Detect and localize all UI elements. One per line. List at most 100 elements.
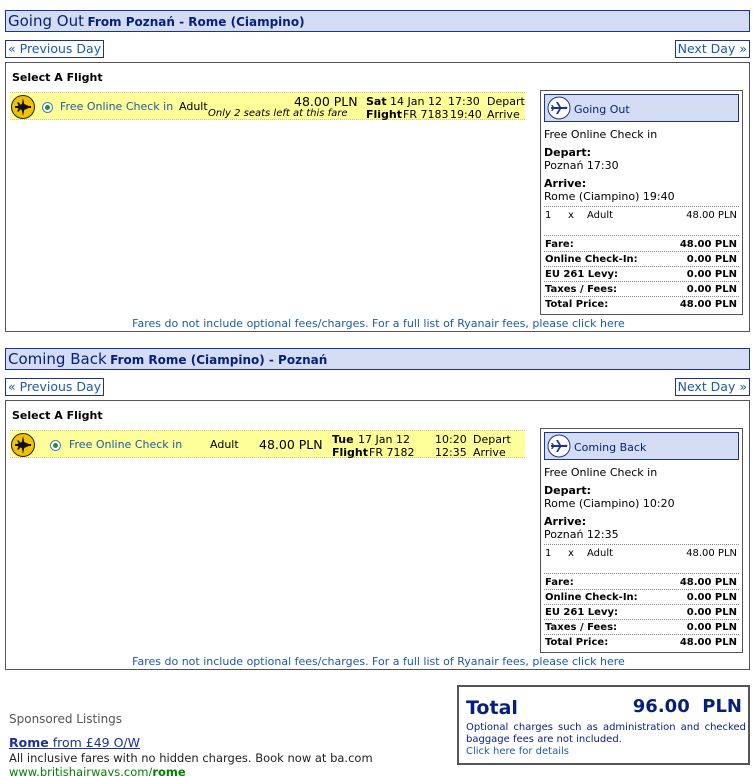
- return-section: Coming Back From Rome (Ciampino) - Pozna…: [5, 348, 750, 672]
- plane-icon: [11, 433, 35, 457]
- return-summary-pax-row: 1 x Adult 48.00 PLN: [544, 544, 739, 574]
- outbound-summary-levy-row: EU 261 Levy: 0.00 PLN: [544, 268, 739, 282]
- outbound-summary-pax-row: 1 x Adult 48.00 PLN: [544, 206, 739, 236]
- outbound-flight-date: 14 Jan 12: [390, 95, 442, 108]
- sponsored-ad-title-bold: Rome: [9, 735, 49, 750]
- return-arrive-time: 12:35: [435, 446, 467, 459]
- outbound-fare-label: Fare:: [545, 239, 574, 250]
- outbound-seats-note: Only 2 seats left at this fare: [208, 108, 348, 119]
- return-arrive-label: Arrive: [473, 446, 506, 459]
- outbound-flight-day: Sat: [366, 95, 387, 108]
- outbound-previous-day-button[interactable]: « Previous Day: [5, 40, 105, 58]
- outbound-flight-price: 48.00 PLN: [294, 94, 358, 109]
- return-summary-taxes-row: Taxes / Fees: 0.00 PLN: [544, 621, 739, 635]
- sponsored-ad-url-link[interactable]: www.britishairways.com/rome: [9, 765, 186, 776]
- outbound-arrive-time: 19:40: [450, 108, 482, 121]
- sponsored-ad-url-pre: www.britishairways.com/: [9, 765, 153, 776]
- return-summary-total-row: Total Price: 48.00 PLN: [544, 636, 739, 650]
- return-checkin-fee-value: 0.00 PLN: [686, 592, 737, 603]
- return-next-day-button[interactable]: Next Day »: [674, 378, 750, 396]
- return-levy-value: 0.00 PLN: [686, 607, 737, 618]
- return-flight-date: 17 Jan 12: [358, 433, 410, 446]
- return-total-value: 48.00 PLN: [679, 637, 737, 648]
- outbound-flight-row[interactable]: Free Online Check in Adult 48.00 PLN Onl…: [10, 92, 525, 121]
- outbound-depart-time: 17:30: [448, 95, 480, 108]
- return-route: From Rome (Ciampino) - Poznań: [110, 353, 328, 367]
- outbound-taxes-label: Taxes / Fees:: [545, 284, 618, 295]
- outbound-checkin-fee-value: 0.00 PLN: [686, 254, 737, 265]
- return-summary-levy-row: EU 261 Levy: 0.00 PLN: [544, 606, 739, 620]
- outbound-summary-fare-row: Fare: 48.00 PLN: [544, 238, 739, 252]
- return-pax-count: 1: [545, 548, 552, 559]
- outbound-summary-depart-label: Depart:: [544, 146, 591, 159]
- return-flight-row[interactable]: Free Online Check in Adult 48.00 PLN Tue…: [10, 430, 525, 459]
- outbound-levy-value: 0.00 PLN: [686, 269, 737, 280]
- return-flight-label: Flight: [332, 446, 369, 459]
- outbound-flight-pax-type: Adult: [179, 100, 208, 113]
- outbound-flight-panel: Select A Flight Free Online Check in Adu…: [5, 62, 750, 332]
- total-details-link[interactable]: Click here for details: [466, 746, 569, 757]
- outbound-levy-label: EU 261 Levy:: [545, 269, 618, 280]
- outbound-pax-price: 48.00 PLN: [686, 210, 737, 221]
- outbound-summary-depart-value: Poznań 17:30: [544, 159, 619, 172]
- sponsored-ad-description: All inclusive fares with no hidden charg…: [9, 751, 373, 765]
- outbound-flight-number: FR 7183: [403, 108, 449, 121]
- outbound-total-label: Total Price:: [545, 299, 609, 310]
- outbound-flight-label: Flight: [366, 108, 403, 121]
- outbound-route: From Poznań - Rome (Ciampino): [87, 15, 305, 29]
- outbound-summary-title: Going Out: [544, 94, 739, 122]
- outbound-fare-value: 48.00 PLN: [679, 239, 737, 250]
- return-summary-title-text: Coming Back: [574, 441, 647, 454]
- return-fare-note-link[interactable]: Fares do not include optional fees/charg…: [6, 655, 751, 668]
- total-value: 96.00 PLN: [633, 696, 742, 717]
- return-summary-depart-label: Depart:: [544, 484, 591, 497]
- outbound-heading: Going Out: [8, 12, 84, 30]
- outbound-flight-radio[interactable]: [42, 102, 53, 113]
- plane-icon: [547, 96, 571, 120]
- outbound-fare-note-link[interactable]: Fares do not include optional fees/charg…: [6, 317, 751, 330]
- return-pax-price: 48.00 PLN: [686, 548, 737, 559]
- outbound-taxes-value: 0.00 PLN: [686, 284, 737, 295]
- return-summary-arrive-label: Arrive:: [544, 515, 587, 528]
- return-taxes-label: Taxes / Fees:: [545, 622, 618, 633]
- outbound-summary-taxes-row: Taxes / Fees: 0.00 PLN: [544, 283, 739, 297]
- sponsored-ad-title-rest: from £49 O/W: [52, 735, 141, 750]
- return-summary-checkin-row: Online Check-In: 0.00 PLN: [544, 591, 739, 605]
- return-pax-type: Adult: [587, 548, 614, 559]
- return-previous-day-button[interactable]: « Previous Day: [5, 378, 105, 396]
- return-flight-pax-type: Adult: [210, 438, 239, 451]
- outbound-checkin-fee-label: Online Check-In:: [545, 254, 638, 265]
- return-checkin-fee-label: Online Check-In:: [545, 592, 638, 603]
- outbound-next-day-button[interactable]: Next Day »: [674, 40, 750, 58]
- return-summary-box: Coming Back Free Online Check in Depart:…: [540, 428, 743, 653]
- total-note: Optional charges such as administration …: [466, 722, 746, 745]
- total-box: Total 96.00 PLN Optional charges such as…: [457, 685, 750, 765]
- return-fare-label: Fare:: [545, 577, 574, 588]
- return-flight-radio[interactable]: [50, 440, 61, 451]
- sponsored-heading: Sponsored Listings: [9, 712, 123, 726]
- return-total-label: Total Price:: [545, 637, 609, 648]
- return-flight-day: Tue: [332, 433, 354, 446]
- return-heading: Coming Back: [8, 350, 107, 368]
- outbound-summary-arrive-value: Rome (Ciampino) 19:40: [544, 190, 675, 203]
- plane-icon: [547, 434, 571, 458]
- total-label: Total: [466, 697, 518, 719]
- return-flight-checkin: Free Online Check in: [69, 438, 183, 451]
- outbound-pax-x: x: [568, 210, 574, 221]
- outbound-pax-type: Adult: [587, 210, 614, 221]
- outbound-pax-count: 1: [545, 210, 552, 221]
- return-header: Coming Back From Rome (Ciampino) - Pozna…: [5, 348, 750, 370]
- outbound-summary-total-row: Total Price: 48.00 PLN: [544, 298, 739, 312]
- return-flight-price: 48.00 PLN: [259, 437, 323, 452]
- sponsored-ad-title-link[interactable]: Rome from £49 O/W: [9, 735, 140, 750]
- return-fare-value: 48.00 PLN: [679, 577, 737, 588]
- return-summary-depart-value: Rome (Ciampino) 10:20: [544, 497, 675, 510]
- outbound-summary-box: Going Out Free Online Check in Depart: P…: [540, 90, 743, 315]
- return-flight-number: FR 7182: [369, 446, 415, 459]
- outbound-summary-title-text: Going Out: [574, 103, 630, 116]
- outbound-summary-arrive-label: Arrive:: [544, 177, 587, 190]
- outbound-summary-checkin-row: Online Check-In: 0.00 PLN: [544, 253, 739, 267]
- return-pax-x: x: [568, 548, 574, 559]
- outbound-header: Going Out From Poznań - Rome (Ciampino): [5, 10, 750, 32]
- return-taxes-value: 0.00 PLN: [686, 622, 737, 633]
